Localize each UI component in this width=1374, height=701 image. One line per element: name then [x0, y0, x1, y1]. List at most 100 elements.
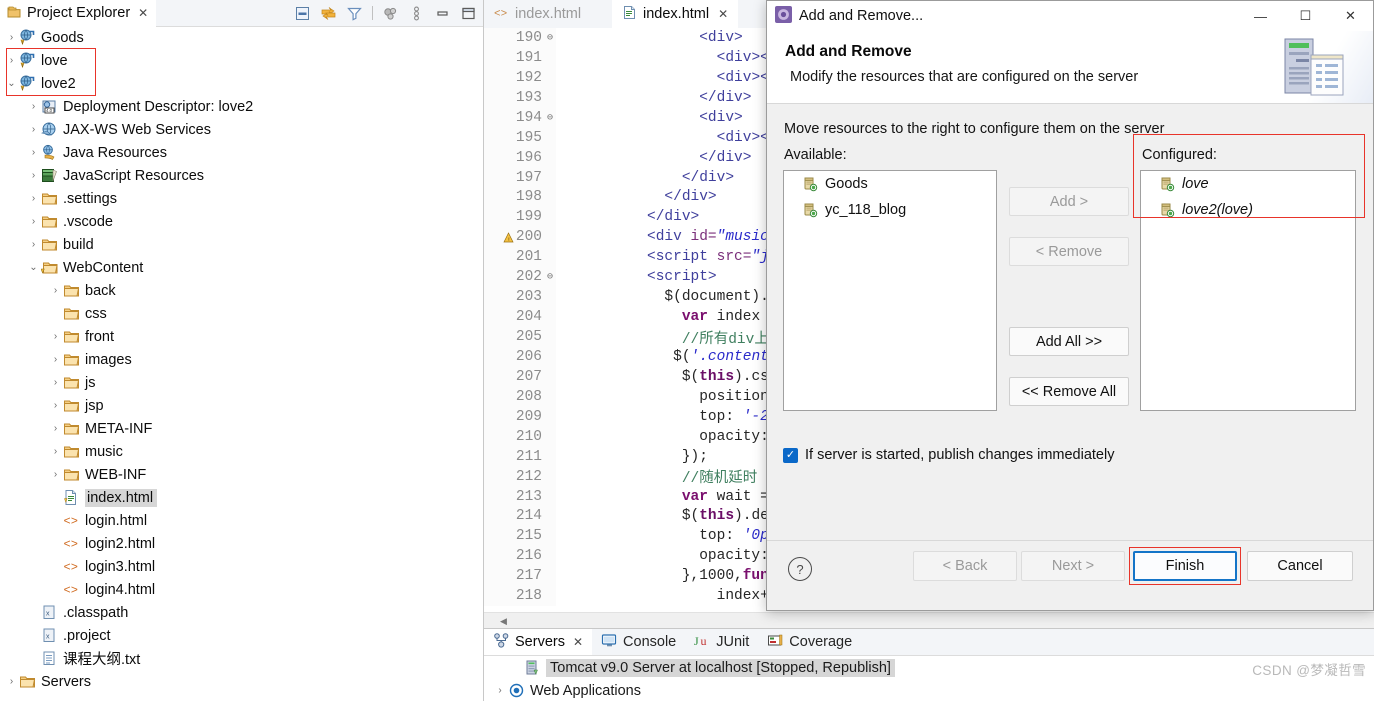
tree-item-webcontent[interactable]: ⌄ WebContent [0, 256, 483, 279]
code-line-text: position [560, 388, 769, 405]
collapse-arrow-icon[interactable]: › [4, 26, 19, 49]
tab-junit[interactable]: Ju JUnit [685, 629, 758, 655]
collapse-arrow-icon[interactable]: › [48, 348, 63, 371]
expand-arrow-icon[interactable]: ⌄ [4, 72, 19, 95]
tree-item-meta-inf[interactable]: › META-INF [0, 417, 483, 440]
tree-item-js[interactable]: › js [0, 371, 483, 394]
collapse-arrow-icon[interactable]: › [48, 371, 63, 394]
editor-tab-active[interactable]: index.html ✕ [612, 0, 739, 30]
collapse-arrow-icon[interactable]: › [48, 463, 63, 486]
tree-item--settings[interactable]: › .settings [0, 187, 483, 210]
more-options-icon[interactable] [408, 5, 425, 22]
collapse-arrow-icon[interactable]: › [48, 417, 63, 440]
project-tree[interactable]: ›! Goods ›! love ⌄! love2 › 4.0 Deployment Descr… [0, 26, 483, 701]
link-with-editor-icon[interactable] [320, 5, 337, 22]
tree-item-goods[interactable]: ›! Goods [0, 26, 483, 49]
publish-immediately-checkbox-row[interactable]: ✓ If server is started, publish changes … [783, 447, 1114, 463]
collapse-arrow-icon[interactable]: › [48, 440, 63, 463]
tree-item-css[interactable]: › css [0, 302, 483, 325]
tree-item--classpath[interactable]: › x .classpath [0, 601, 483, 624]
tree-item-love2[interactable]: ⌄! love2 [0, 72, 483, 95]
list-item[interactable]: Goods [784, 171, 996, 197]
available-list[interactable]: Goods yc_118_blog [783, 170, 997, 411]
code-line-text: },1000,fun [560, 568, 769, 585]
maximize-icon[interactable] [460, 5, 477, 22]
tree-item-java-resources[interactable]: › Java Resources [0, 141, 483, 164]
tree-item-images[interactable]: › images [0, 348, 483, 371]
collapse-arrow-icon[interactable]: › [26, 233, 41, 256]
tree-item-index-html[interactable]: › index.html [0, 486, 483, 509]
list-item[interactable]: yc_118_blog [784, 197, 996, 223]
collapse-arrow-icon[interactable]: › [492, 679, 508, 701]
tree-item-label: jsp [85, 397, 104, 414]
tree-item-login-html[interactable]: ›<> login.html [0, 509, 483, 532]
tab-servers[interactable]: Servers ✕ [484, 629, 593, 655]
collapse-arrow-icon[interactable]: › [4, 670, 19, 693]
collapse-arrow-icon[interactable]: › [26, 141, 41, 164]
tree-item--txt[interactable]: › 课程大纲.txt [0, 647, 483, 670]
close-icon[interactable]: ✕ [1328, 1, 1373, 31]
tree-item-servers[interactable]: › Servers [0, 670, 483, 693]
checkbox-input[interactable]: ✓ [783, 447, 798, 463]
tree-item-deployment-descriptor-love2[interactable]: › 4.0 Deployment Descriptor: love2 [0, 95, 483, 118]
server-row[interactable]: › Web Applications [484, 679, 1374, 701]
editor-horizontal-scrollbar[interactable]: ◀ [484, 612, 1374, 628]
tree-item-login2-html[interactable]: ›<> login2.html [0, 532, 483, 555]
help-icon[interactable]: ? [788, 557, 812, 581]
line-number-text: 211 [515, 448, 542, 465]
add-all-button[interactable]: Add All >> [1009, 327, 1129, 356]
collapse-arrow-icon[interactable]: › [26, 164, 41, 187]
collapse-arrow-icon[interactable]: › [26, 118, 41, 141]
tree-item-front[interactable]: › front [0, 325, 483, 348]
collapse-arrow-icon[interactable]: › [26, 187, 41, 210]
tree-item-music[interactable]: › music [0, 440, 483, 463]
servers-tree[interactable]: › Tomcat v9.0 Server at localhost [Stoppe… [484, 656, 1374, 701]
tree-item-jsp[interactable]: › jsp [0, 394, 483, 417]
fold-marker[interactable]: ⊖ [544, 28, 556, 48]
remove-button[interactable]: < Remove [1009, 237, 1129, 266]
tab-coverage[interactable]: Coverage [758, 629, 861, 655]
collapse-arrow-icon[interactable]: › [48, 279, 63, 302]
list-item[interactable]: love [1141, 171, 1355, 197]
close-icon[interactable]: ✕ [573, 635, 583, 649]
fold-marker[interactable]: ⊖ [544, 267, 556, 288]
checkbox-label: If server is started, publish changes im… [805, 447, 1115, 463]
back-button[interactable]: < Back [913, 551, 1017, 581]
collapse-arrow-icon[interactable]: › [4, 49, 19, 72]
tree-item-back[interactable]: › back [0, 279, 483, 302]
tab-console[interactable]: Console [592, 629, 685, 655]
tree-item-build[interactable]: › build [0, 233, 483, 256]
server-row[interactable]: › Tomcat v9.0 Server at localhost [Stoppe… [484, 656, 1374, 679]
close-icon[interactable]: ✕ [138, 6, 148, 20]
tree-item-login3-html[interactable]: ›<> login3.html [0, 555, 483, 578]
filter-icon[interactable] [346, 5, 363, 22]
collapse-arrow-icon[interactable]: › [48, 325, 63, 348]
cancel-button[interactable]: Cancel [1247, 551, 1353, 581]
minimize-icon[interactable]: — [1238, 1, 1283, 31]
fold-marker[interactable]: ⊖ [544, 107, 556, 128]
tree-item-jax-ws-web-services[interactable]: › JAX-WS Web Services [0, 118, 483, 141]
configured-list[interactable]: love love2(love) [1140, 170, 1356, 411]
expand-arrow-icon[interactable]: ⌄ [26, 256, 41, 279]
tree-item--vscode[interactable]: › .vscode [0, 210, 483, 233]
tree-item-love[interactable]: ›! love [0, 49, 483, 72]
tree-item-login4-html[interactable]: ›<> login4.html [0, 578, 483, 601]
view-menu-icon[interactable] [382, 5, 399, 22]
maximize-icon[interactable]: ☐ [1283, 1, 1328, 31]
tree-item--project[interactable]: › x .project [0, 624, 483, 647]
collapse-arrow-icon[interactable]: › [26, 95, 41, 118]
collapse-all-icon[interactable] [294, 5, 311, 22]
collapse-arrow-icon[interactable]: › [26, 210, 41, 233]
remove-all-button[interactable]: << Remove All [1009, 377, 1129, 406]
minimize-icon[interactable] [434, 5, 451, 22]
list-item[interactable]: love2(love) [1141, 197, 1355, 223]
collapse-arrow-icon[interactable]: › [48, 394, 63, 417]
close-icon[interactable]: ✕ [718, 7, 728, 21]
next-button[interactable]: Next > [1021, 551, 1125, 581]
tree-item-javascript-resources[interactable]: › JavaScript Resources [0, 164, 483, 187]
scroll-left-icon[interactable]: ◀ [500, 616, 507, 627]
tree-item-web-inf[interactable]: › WEB-INF [0, 463, 483, 486]
editor-tab-inactive[interactable]: <> index.html [484, 0, 592, 28]
tab-project-explorer[interactable]: Project Explorer ✕ [0, 0, 157, 28]
add-button[interactable]: Add > [1009, 187, 1129, 216]
